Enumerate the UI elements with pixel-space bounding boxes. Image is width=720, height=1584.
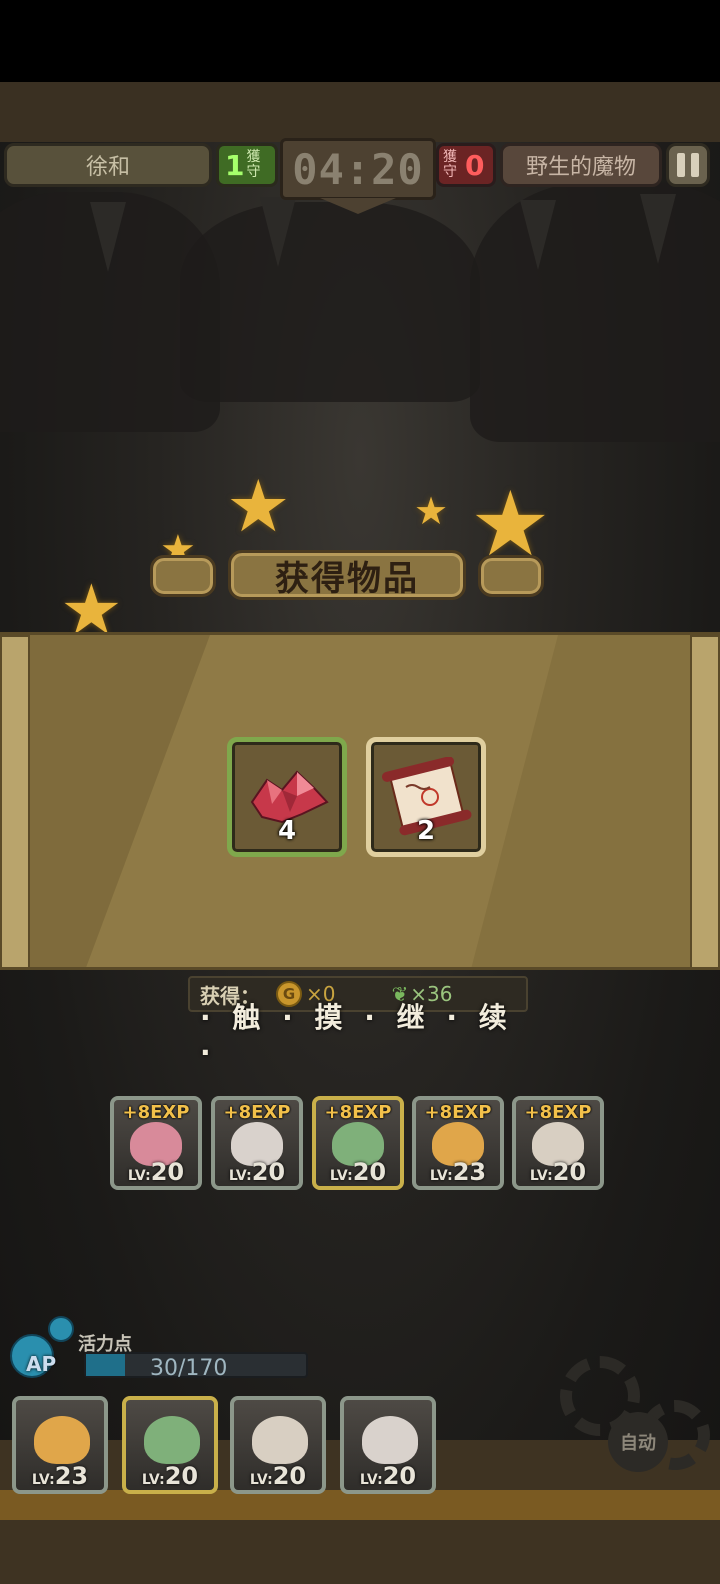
exp-card: +8EXP LV:20	[512, 1096, 604, 1190]
party-member-slot[interactable]: LV:20	[340, 1396, 436, 1494]
level-text: LV:20	[329, 1158, 387, 1186]
right-team-score: 獲守 0	[436, 143, 496, 187]
auto-battle-button[interactable]: 自动	[608, 1412, 668, 1472]
tap-to-continue[interactable]: · 触 · 摸 · 继 · 续 ·	[200, 1001, 520, 1069]
pause-icon	[677, 153, 685, 177]
panel-right-edge	[690, 635, 720, 967]
left-score-value: 1	[225, 148, 245, 182]
character-portrait	[362, 1416, 418, 1464]
result-title: 获得物品	[228, 550, 466, 600]
character-portrait	[252, 1416, 308, 1464]
exp-card: +8EXP LV:20	[312, 1096, 404, 1190]
level-text: LV:20	[529, 1158, 587, 1186]
party-member-slot[interactable]: LV:20	[122, 1396, 218, 1494]
star-icon: ★	[226, 464, 291, 548]
left-team-score: 1 獲守	[216, 143, 278, 187]
character-portrait	[144, 1416, 200, 1464]
exp-gain: +8EXP	[424, 1102, 492, 1123]
top-letterbox	[0, 0, 720, 82]
ap-label: AP	[26, 1352, 57, 1376]
timer-pointer	[320, 198, 396, 214]
exp-card: +8EXP LV:20	[110, 1096, 202, 1190]
left-score-label: 獲守	[246, 149, 261, 180]
level-text: LV:23	[31, 1462, 89, 1490]
reward-item-crystal[interactable]: 4	[227, 737, 347, 857]
level-text: LV:20	[141, 1462, 199, 1490]
level-text: LV:20	[228, 1158, 286, 1186]
right-score-label: 獲守	[443, 149, 457, 180]
banner-right-ornament	[478, 555, 544, 597]
item-count: 4	[277, 816, 297, 846]
level-text: LV:20	[249, 1462, 307, 1490]
ap-bar-fill	[86, 1354, 125, 1376]
exp-gain: +8EXP	[524, 1102, 592, 1123]
party-member-slot[interactable]: LV:23	[12, 1396, 108, 1494]
star-icon: ★	[414, 489, 449, 533]
level-text: LV:20	[127, 1158, 185, 1186]
left-team-name: 徐和	[4, 143, 212, 187]
hud-frame	[0, 82, 720, 142]
item-count: 2	[416, 816, 436, 846]
ap-bubble-icon	[48, 1316, 74, 1342]
panel-left-edge	[0, 635, 30, 967]
level-text: LV:23	[429, 1158, 487, 1186]
right-score-value: 0	[465, 148, 485, 182]
character-portrait	[34, 1416, 90, 1464]
exp-gain: +8EXP	[324, 1102, 392, 1123]
ap-value: 30/170	[150, 1356, 228, 1381]
exp-card: +8EXP LV:23	[412, 1096, 504, 1190]
exp-card: +8EXP LV:20	[211, 1096, 303, 1190]
pause-button[interactable]	[666, 143, 710, 187]
rewards-panel[interactable]	[0, 632, 720, 970]
reward-item-scroll[interactable]: 2	[366, 737, 486, 857]
battle-timer: 04:20	[280, 138, 436, 200]
party-member-slot[interactable]: LV:20	[230, 1396, 326, 1494]
right-team-name: 野生的魔物	[500, 143, 662, 187]
exp-gain: +8EXP	[223, 1102, 291, 1123]
exp-gain: +8EXP	[122, 1102, 190, 1123]
banner-left-ornament	[150, 555, 216, 597]
level-text: LV:20	[359, 1462, 417, 1490]
